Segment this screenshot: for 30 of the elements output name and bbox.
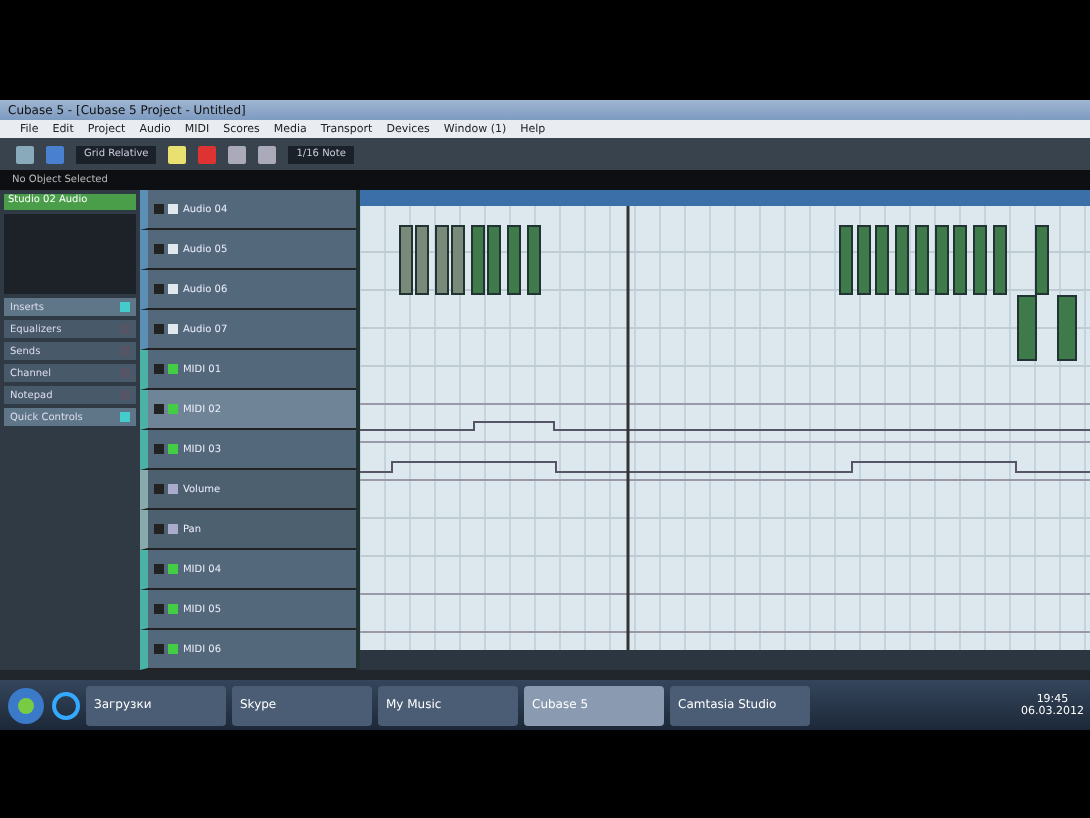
section-toggle[interactable] [120,412,131,422]
solo-button[interactable] [168,444,179,454]
solo-button[interactable] [168,244,179,254]
solo-button[interactable] [168,564,179,574]
mute-button[interactable] [154,204,165,214]
mute-button[interactable] [154,564,165,574]
mute-button[interactable] [154,244,165,254]
mute-button[interactable] [154,604,165,614]
mute-button[interactable] [154,364,165,374]
mute-button[interactable] [154,484,165,494]
channel-panel [4,214,137,294]
browser-icon[interactable] [52,691,80,719]
section-toggle[interactable] [120,302,131,312]
solo-button[interactable] [168,524,179,534]
solo-button[interactable] [168,644,179,654]
mute-button[interactable] [154,284,165,294]
mute-button[interactable] [154,404,165,414]
solo-button[interactable] [168,604,179,614]
mute-button[interactable] [154,644,165,654]
toolbar-icon[interactable] [168,145,187,163]
solo-button[interactable] [168,484,179,494]
record-icon[interactable] [198,145,217,163]
solo-button[interactable] [168,324,179,334]
solo-button[interactable] [168,364,179,374]
mute-button[interactable] [154,444,165,454]
solo-button[interactable] [168,204,179,214]
start-icon[interactable] [6,685,46,725]
mute-button[interactable] [154,524,165,534]
mute-button[interactable] [154,324,165,334]
solo-button[interactable] [168,284,179,294]
